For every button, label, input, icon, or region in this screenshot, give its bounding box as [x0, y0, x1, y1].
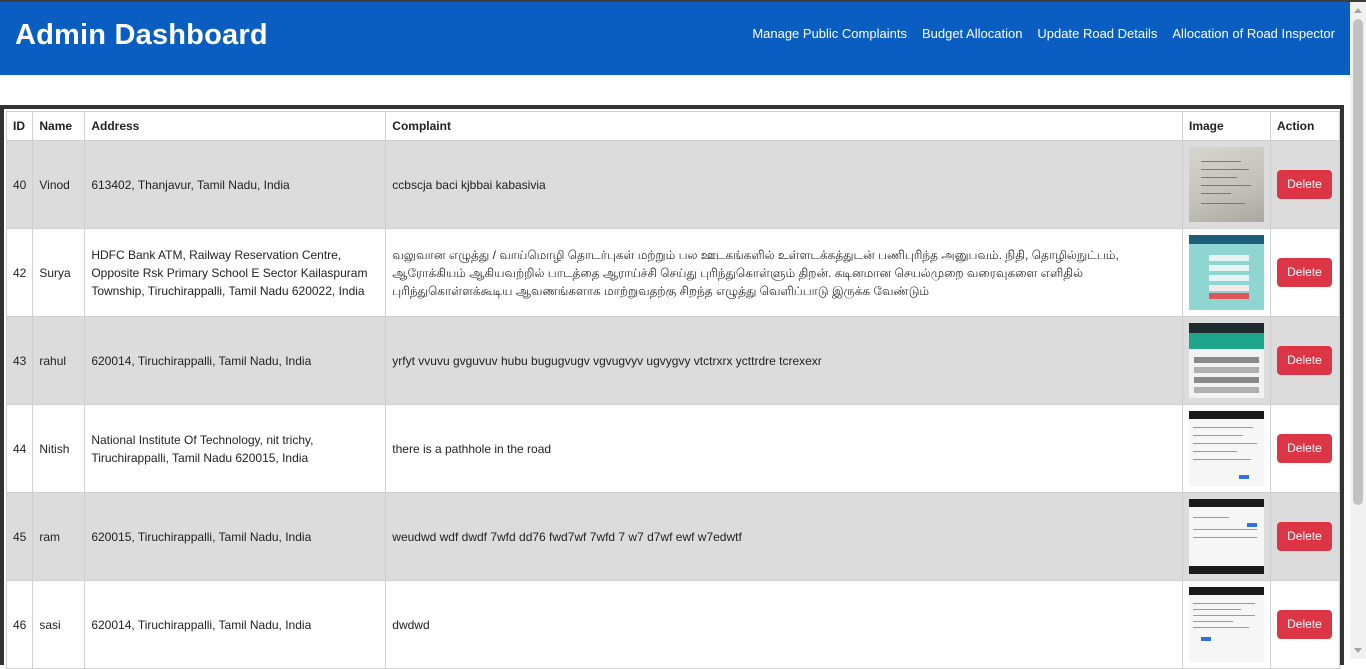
table-row: 45 ram 620015, Tiruchirappalli, Tamil Na… [5, 492, 1341, 581]
cell-id: 46 [5, 580, 34, 669]
table-row: 42 Surya HDFC Bank ATM, Railway Reservat… [5, 228, 1341, 317]
complaint-image[interactable] [1188, 235, 1264, 310]
cell-complaint: dwdwd [385, 580, 1183, 669]
delete-button[interactable]: Delete [1276, 434, 1332, 463]
table-row: 43 rahul 620014, Tiruchirappalli, Tamil … [5, 316, 1341, 405]
col-header-image: Image [1181, 111, 1271, 141]
cell-complaint: weudwd wdf dwdf 7wfd dd76 fwd7wf 7wfd 7 … [385, 492, 1183, 581]
complaint-image[interactable] [1188, 147, 1264, 222]
cell-name: sasi [32, 580, 86, 669]
cell-image [1181, 316, 1271, 405]
cell-address: National Institute Of Technology, nit tr… [84, 404, 387, 493]
delete-button[interactable]: Delete [1276, 522, 1332, 551]
page-scrollbar[interactable] [1350, 2, 1366, 659]
cell-address: 613402, Thanjavur, Tamil Nadu, India [84, 140, 387, 229]
table-row: 44 Nitish National Institute Of Technolo… [5, 404, 1341, 493]
page-title: Admin Dashboard [15, 19, 268, 51]
col-header-name: Name [32, 111, 86, 141]
cell-id: 42 [5, 228, 34, 317]
cell-action: Delete [1269, 404, 1341, 493]
cell-address: 620015, Tiruchirappalli, Tamil Nadu, Ind… [84, 492, 387, 581]
complaints-table: ID Name Address Complaint Image Action 4… [5, 111, 1341, 669]
cell-complaint: there is a pathhole in the road [385, 404, 1183, 493]
cell-action: Delete [1269, 316, 1341, 405]
cell-image [1181, 140, 1271, 229]
cell-complaint: yrfyt vvuvu gvguvuv hubu bugugvugv vgvug… [385, 316, 1183, 405]
complaint-image[interactable] [1188, 499, 1264, 574]
col-header-action: Action [1269, 111, 1341, 141]
complaint-image[interactable] [1188, 411, 1264, 486]
complaints-table-container: ID Name Address Complaint Image Action 4… [0, 105, 1344, 669]
cell-image [1181, 404, 1271, 493]
cell-name: rahul [32, 316, 86, 405]
complaint-image[interactable] [1188, 323, 1264, 398]
cell-address: 620014, Tiruchirappalli, Tamil Nadu, Ind… [84, 580, 387, 669]
cell-action: Delete [1269, 492, 1341, 581]
table-header-row: ID Name Address Complaint Image Action [5, 111, 1341, 141]
app-header: Admin Dashboard Manage Public Complaints… [0, 2, 1350, 75]
table-row: 40 Vinod 613402, Thanjavur, Tamil Nadu, … [5, 140, 1341, 229]
cell-action: Delete [1269, 580, 1341, 669]
cell-image [1181, 580, 1271, 669]
cell-address: 620014, Tiruchirappalli, Tamil Nadu, Ind… [84, 316, 387, 405]
delete-button[interactable]: Delete [1276, 170, 1332, 199]
nav-manage-public-complaints[interactable]: Manage Public Complaints [752, 26, 907, 41]
cell-complaint: ccbscja baci kjbbai kabasivia [385, 140, 1183, 229]
col-header-complaint: Complaint [385, 111, 1183, 141]
scroll-up-icon[interactable] [1354, 8, 1362, 13]
cell-id: 43 [5, 316, 34, 405]
cell-id: 44 [5, 404, 34, 493]
cell-name: Surya [32, 228, 86, 317]
cell-id: 40 [5, 140, 34, 229]
cell-id: 45 [5, 492, 34, 581]
cell-action: Delete [1269, 228, 1341, 317]
cell-name: Vinod [32, 140, 86, 229]
delete-button[interactable]: Delete [1276, 610, 1332, 639]
nav-update-road-details[interactable]: Update Road Details [1037, 26, 1157, 41]
cell-image [1181, 228, 1271, 317]
cell-name: ram [32, 492, 86, 581]
cell-complaint: வலுவான எழுத்து / வாய்மொழி தொடர்புகள் மற்… [385, 228, 1183, 317]
cell-image [1181, 492, 1271, 581]
top-nav: Manage Public Complaints Budget Allocati… [752, 26, 1335, 41]
cell-action: Delete [1269, 140, 1341, 229]
cell-address: HDFC Bank ATM, Railway Reservation Centr… [84, 228, 387, 317]
cell-name: Nitish [32, 404, 86, 493]
col-header-address: Address [84, 111, 387, 141]
table-row: 46 sasi 620014, Tiruchirappalli, Tamil N… [5, 580, 1341, 669]
scroll-down-icon[interactable] [1354, 648, 1362, 653]
delete-button[interactable]: Delete [1276, 346, 1332, 375]
nav-allocation-road-inspector[interactable]: Allocation of Road Inspector [1172, 26, 1335, 41]
delete-button[interactable]: Delete [1276, 258, 1332, 287]
scroll-thumb[interactable] [1353, 19, 1363, 505]
col-header-id: ID [5, 111, 34, 141]
nav-budget-allocation[interactable]: Budget Allocation [922, 26, 1022, 41]
complaint-image[interactable] [1188, 587, 1264, 662]
